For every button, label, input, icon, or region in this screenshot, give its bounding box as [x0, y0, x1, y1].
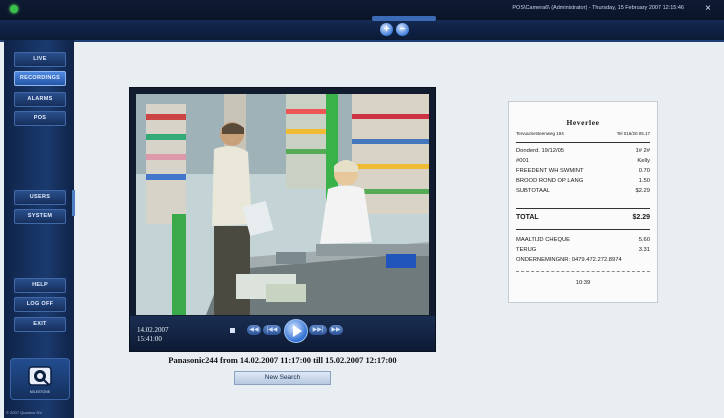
stop-icon[interactable]: [230, 328, 235, 333]
total-label: TOTAL: [516, 214, 539, 221]
zoom-in-button[interactable]: +: [380, 23, 393, 36]
subtotal-value: $2.29: [635, 188, 650, 194]
receipt-date: Donderd. 19/12/05: [516, 148, 565, 154]
window-status-text: POS\Camera6\ (Administrator) - Thursday,…: [512, 5, 684, 11]
new-search-button[interactable]: New Search: [234, 371, 331, 385]
nav-recordings-button[interactable]: RECORDINGS: [14, 71, 66, 86]
payment-value: 5.60: [638, 237, 650, 243]
nav-help-button[interactable]: HELP: [14, 278, 66, 293]
close-window-button[interactable]: ×: [700, 3, 716, 15]
receipt-cashier: Kelly: [637, 158, 650, 164]
status-light-icon: [10, 5, 18, 13]
total-value: $2.29: [632, 214, 650, 221]
camera-logo-icon: [28, 366, 52, 386]
pos-receipt: Heverlee Tervuursesteenweg 194 Tel 016/2…: [508, 101, 658, 303]
receipt-divider: [516, 271, 650, 272]
nav-alarms-button[interactable]: ALARMS: [14, 92, 66, 107]
playback-controls: 14.02.2007 15:41:00 ◀◀ |◀◀ ▶▶| ▶▶: [130, 316, 435, 351]
copyright-text: © 2007 Quadrox NV: [6, 410, 43, 415]
receipt-time: 10:39: [575, 280, 591, 286]
brand-logo: MILESTONE: [10, 358, 70, 400]
receipt-divider: [516, 208, 650, 209]
vat-number: ONDERNEMINGNR: 0479.472.272.8974: [516, 257, 622, 263]
prev-frame-button[interactable]: ◀◀: [247, 325, 261, 335]
subtotal-label: SUBTOTAAL: [516, 188, 550, 194]
playback-date: 14.02.2007: [137, 326, 169, 334]
video-player: 14.02.2007 15:41:00 ◀◀ |◀◀ ▶▶| ▶▶: [129, 87, 436, 352]
receipt-divider: [516, 229, 650, 230]
play-button[interactable]: [284, 319, 308, 343]
sidebar-collapse-handle[interactable]: [72, 190, 75, 216]
toolbar-band: [0, 20, 724, 42]
nav-logoff-button[interactable]: LOG OFF: [14, 297, 66, 312]
nav-pos-button[interactable]: POS: [14, 111, 66, 126]
item-price: 0.70: [638, 168, 650, 174]
receipt-register: 1# 2#: [635, 148, 650, 154]
zoom-out-button[interactable]: −: [396, 23, 409, 36]
nav-exit-button[interactable]: EXIT: [14, 317, 66, 332]
recording-caption: Panasonic244 from 14.02.2007 11:17:00 ti…: [168, 355, 397, 365]
receipt-divider: [516, 142, 650, 143]
store-camera-image: [136, 94, 429, 315]
item-name: BROOD ROND OP LANG: [516, 178, 584, 184]
playback-time: 15:41:00: [137, 335, 162, 343]
play-icon: [293, 325, 302, 337]
receipt-store: Heverlee: [566, 118, 600, 127]
title-bar: POS\Camera6\ (Administrator) - Thursday,…: [0, 0, 724, 21]
sidebar: LIVE RECORDINGS ALARMS POS USERS SYSTEM …: [4, 40, 74, 418]
next-frame-button[interactable]: ▶▶: [329, 325, 343, 335]
zoom-track[interactable]: [372, 16, 436, 21]
video-feed[interactable]: [136, 94, 429, 315]
rewind-button[interactable]: |◀◀: [263, 325, 281, 335]
item-name: FREEDENT WH SWMINT: [516, 168, 584, 174]
receipt-phone: Tel 016/20.05.17: [616, 131, 650, 136]
fast-forward-button[interactable]: ▶▶|: [309, 325, 327, 335]
receipt-address: Tervuursesteenweg 194: [516, 131, 564, 136]
item-price: 1.50: [638, 178, 650, 184]
receipt-cashier-no: #001: [516, 158, 529, 164]
nav-users-button[interactable]: USERS: [14, 190, 66, 205]
brand-text: MILESTONE: [29, 390, 51, 394]
nav-live-button[interactable]: LIVE: [14, 52, 66, 67]
payment-name: TERUG: [516, 247, 537, 253]
zoom-control: + −: [372, 16, 436, 38]
nav-system-button[interactable]: SYSTEM: [14, 209, 66, 224]
payment-name: MAALTIJD CHEQUE: [516, 237, 571, 243]
payment-value: 3.31: [638, 247, 650, 253]
